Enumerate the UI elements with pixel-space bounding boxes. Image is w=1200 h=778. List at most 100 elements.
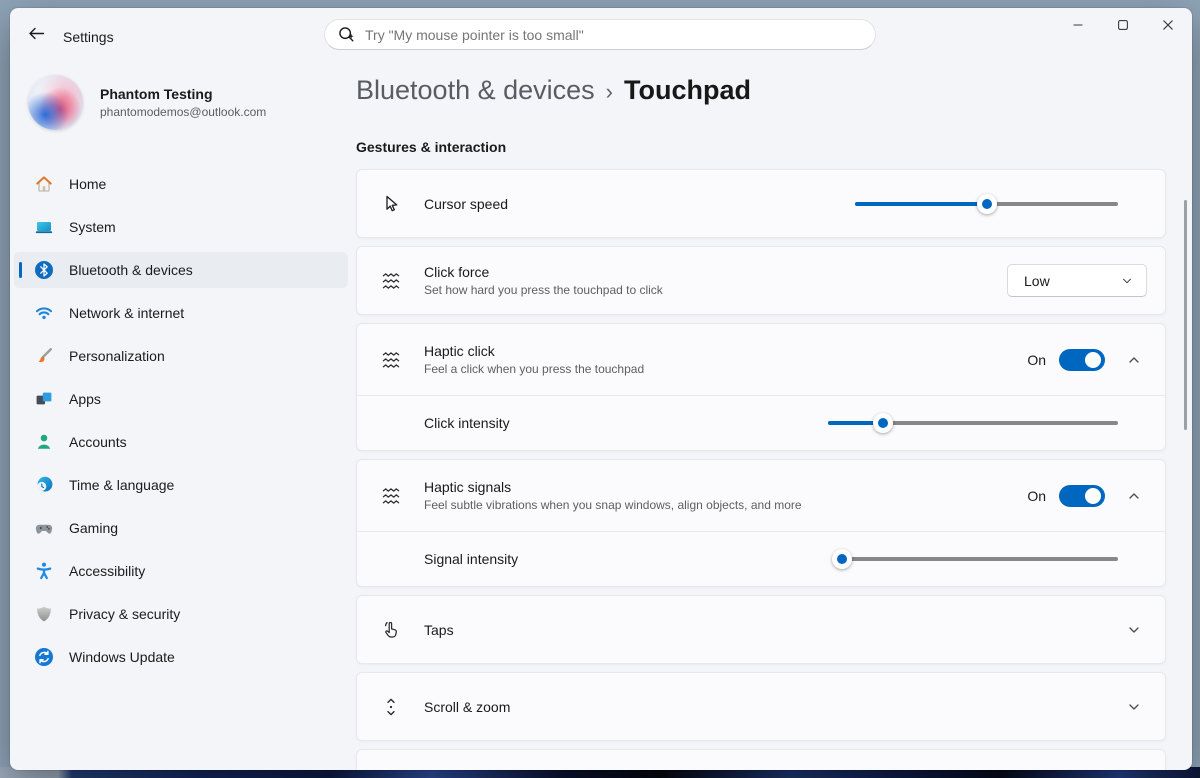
click-force-description: Set how hard you press the touchpad to c… [424, 283, 663, 297]
haptic-signals-description: Feel subtle vibrations when you snap win… [424, 498, 802, 512]
haptic-click-label: Haptic click [424, 343, 644, 359]
haptic-click-row[interactable]: Haptic click Feel a click when you press… [357, 324, 1165, 395]
click-intensity-slider[interactable] [828, 413, 1118, 433]
gaming-icon [34, 518, 54, 538]
personalization-icon [34, 346, 54, 366]
back-button[interactable] [23, 25, 49, 47]
sidebar-item-system[interactable]: System [14, 209, 348, 245]
click-force-label: Click force [424, 264, 663, 280]
click-force-value: Low [1024, 273, 1121, 289]
close-icon [1162, 18, 1174, 36]
sidebar-item-bluetooth-devices[interactable]: Bluetooth & devices [14, 252, 348, 288]
chevron-down-icon [1121, 275, 1133, 287]
back-arrow-icon [28, 26, 45, 46]
taps-row[interactable]: Taps [357, 596, 1165, 663]
sidebar-item-home[interactable]: Home [14, 166, 348, 202]
haptic-click-card: Haptic click Feel a click when you press… [356, 323, 1166, 451]
window-controls [1055, 10, 1190, 44]
signal-intensity-slider[interactable] [833, 549, 1118, 569]
sidebar-item-accessibility[interactable]: Accessibility [14, 553, 348, 589]
sidebar-item-label: Personalization [69, 348, 165, 364]
sidebar-item-personalization[interactable]: Personalization [14, 338, 348, 374]
sidebar-item-network-internet[interactable]: Network & internet [14, 295, 348, 331]
haptic-signals-card: Haptic signals Feel subtle vibrations wh… [356, 459, 1166, 587]
sidebar-item-label: Privacy & security [69, 606, 180, 622]
sidebar-item-label: Accessibility [69, 563, 145, 579]
cursor-icon [381, 194, 401, 214]
titlebar: Settings [10, 8, 1192, 56]
search-input[interactable] [365, 27, 863, 43]
taps-label: Taps [424, 622, 454, 638]
section-heading: Gestures & interaction [356, 139, 1192, 155]
sidebar-item-time-language[interactable]: Time & language [14, 467, 348, 503]
minimize-button[interactable] [1055, 10, 1100, 44]
accounts-icon [34, 432, 54, 452]
windows-update-icon [34, 647, 54, 667]
search-box[interactable] [324, 19, 876, 50]
haptic-signals-row[interactable]: Haptic signals Feel subtle vibrations wh… [357, 460, 1165, 531]
toggle-knob [1085, 488, 1101, 504]
minimize-icon [1072, 18, 1084, 36]
slider-thumb[interactable] [977, 194, 997, 214]
profile-name: Phantom Testing [100, 86, 266, 102]
cursor-speed-slider[interactable] [855, 194, 1118, 214]
time-language-icon [34, 475, 54, 495]
sidebar-item-apps[interactable]: Apps [14, 381, 348, 417]
sidebar-item-gaming[interactable]: Gaming [14, 510, 348, 546]
breadcrumb: Bluetooth & devices › Touchpad [356, 75, 1192, 106]
desktop-background: Settings [0, 0, 1200, 778]
close-button[interactable] [1145, 10, 1190, 44]
chevron-up-icon[interactable] [1121, 347, 1147, 373]
slider-thumb[interactable] [832, 549, 852, 569]
sidebar-item-label: Network & internet [69, 305, 184, 321]
settings-cards: Cursor speed [356, 169, 1166, 770]
haptic-click-toggle-label: On [1027, 352, 1046, 368]
haptic-click-description: Feel a click when you press the touchpad [424, 362, 644, 376]
slider-thumb[interactable] [873, 413, 893, 433]
cursor-speed-row: Cursor speed [357, 170, 1165, 237]
click-force-card: Click force Set how hard you press the t… [356, 246, 1166, 315]
scroll-zoom-card: Scroll & zoom [356, 672, 1166, 741]
breadcrumb-parent[interactable]: Bluetooth & devices [356, 75, 595, 106]
sidebar-item-label: Time & language [69, 477, 174, 493]
profile-email: phantomodemos@outlook.com [100, 105, 266, 119]
haptic-signals-toggle-label: On [1027, 488, 1046, 504]
sidebar-item-label: System [69, 219, 116, 235]
system-icon [34, 217, 54, 237]
chevron-down-icon[interactable] [1121, 617, 1147, 643]
sidebar-item-windows-update[interactable]: Windows Update [14, 639, 348, 675]
sidebar-item-label: Windows Update [69, 649, 175, 665]
account-profile[interactable]: Phantom Testing phantomodemos@outlook.co… [28, 75, 266, 130]
maximize-button[interactable] [1100, 10, 1145, 44]
haptic-waves-icon [381, 486, 401, 506]
home-icon [34, 174, 54, 194]
haptic-click-toggle[interactable] [1059, 349, 1105, 371]
slider-fill [855, 202, 987, 206]
haptic-waves-icon [381, 350, 401, 370]
haptic-signals-label: Haptic signals [424, 479, 802, 495]
signal-intensity-label: Signal intensity [424, 551, 518, 567]
privacy-security-icon [34, 604, 54, 624]
settings-window: Settings [10, 8, 1192, 770]
click-force-dropdown[interactable]: Low [1007, 264, 1147, 297]
sidebar-item-label: Gaming [69, 520, 118, 536]
sidebar-item-privacy-security[interactable]: Privacy & security [14, 596, 348, 632]
chevron-up-icon[interactable] [1121, 483, 1147, 509]
sidebar-item-label: Bluetooth & devices [69, 262, 193, 278]
haptic-waves-icon [381, 271, 401, 291]
cursor-speed-label: Cursor speed [424, 196, 508, 212]
scroll-zoom-row[interactable]: Scroll & zoom [357, 673, 1165, 740]
apps-icon [34, 389, 54, 409]
click-intensity-label: Click intensity [424, 415, 510, 431]
vertical-scrollbar[interactable] [1184, 200, 1187, 430]
scroll-zoom-label: Scroll & zoom [424, 699, 510, 715]
sidebar-nav: Home System [14, 166, 348, 682]
app-title: Settings [63, 29, 114, 45]
sidebar: Phantom Testing phantomodemos@outlook.co… [10, 56, 356, 770]
sidebar-item-label: Apps [69, 391, 101, 407]
slider-track [833, 557, 1118, 561]
haptic-signals-toggle[interactable] [1059, 485, 1105, 507]
sidebar-item-accounts[interactable]: Accounts [14, 424, 348, 460]
accessibility-icon [34, 561, 54, 581]
chevron-down-icon[interactable] [1121, 694, 1147, 720]
